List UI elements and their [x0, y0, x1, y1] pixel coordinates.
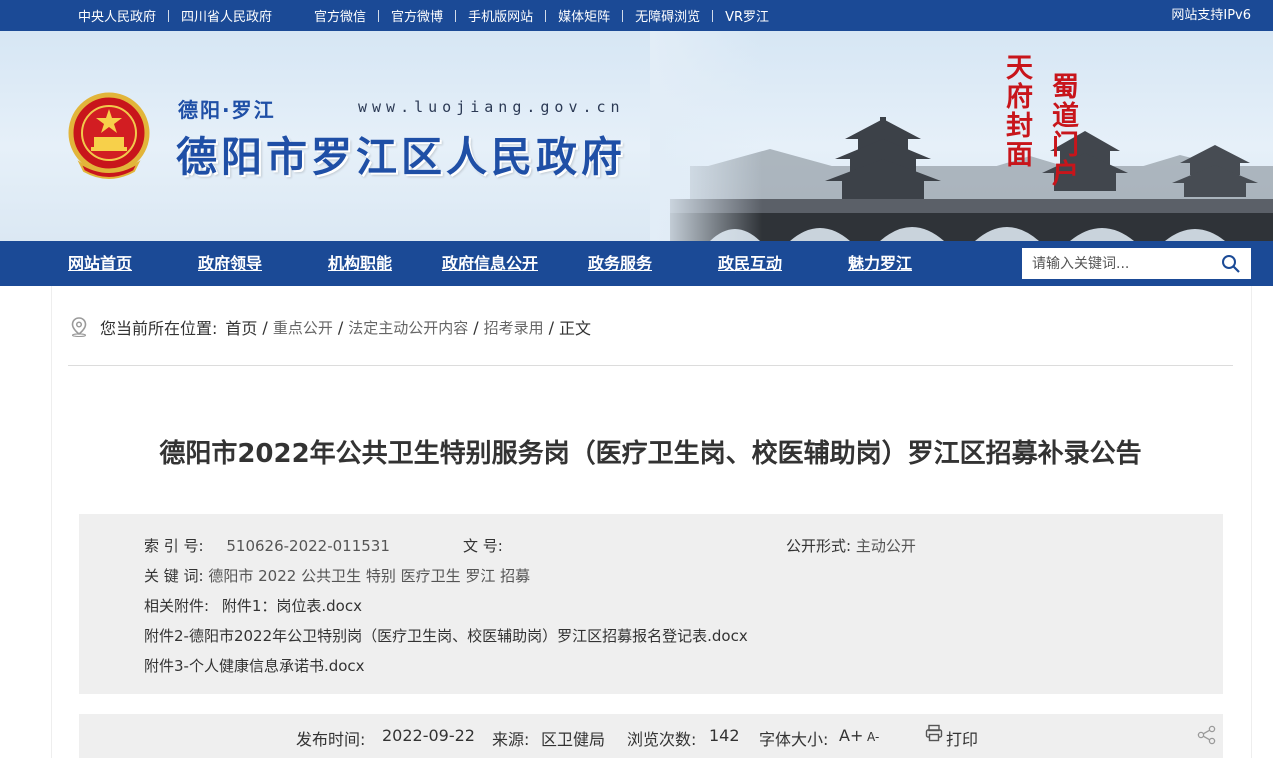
national-emblem-icon — [68, 92, 150, 179]
share-icon[interactable] — [1196, 724, 1218, 746]
breadcrumb-statutory-content[interactable]: 法定主动公开内容 — [348, 317, 468, 338]
search-icon[interactable] — [1221, 254, 1241, 274]
search-input[interactable] — [1022, 248, 1212, 279]
printer-icon[interactable] — [925, 724, 943, 742]
meta-row-attachments: 相关附件: 附件1：岗位表.docx — [144, 595, 362, 616]
breadcrumb-home[interactable]: 首页 — [225, 315, 257, 339]
ipv6-notice: 网站支持IPv6 — [1171, 8, 1251, 23]
article-title: 德阳市2022年公共卫生特别服务岗（医疗卫生岗、校医辅助岗）罗江区招募补录公告 — [159, 439, 1142, 469]
breadcrumb-prefix: 您当前所在位置: — [100, 319, 218, 338]
top-links: 中央人民政府 四川省人民政府 官方微信 官方微博 手机版网站 媒体矩阵 无障碍浏… — [66, 0, 781, 31]
index-value: 510626-2022-011531 — [226, 537, 390, 555]
article-meta-box: 索 引 号: 510626-2022-011531 文 号: 公开形式: 主动公… — [79, 514, 1223, 694]
link-media-matrix[interactable]: 媒体矩阵 — [546, 6, 622, 25]
source-label: 来源: — [492, 730, 530, 749]
nav-leaders[interactable]: 政府领导 — [198, 241, 262, 286]
link-wechat[interactable]: 官方微信 — [302, 6, 378, 25]
site-banner: 德阳·罗江 www.luojiang.gov.cn 德阳市罗江区人民政府 — [0, 31, 1273, 241]
source-value: 区卫健局 — [541, 730, 606, 749]
breadcrumb-separator: / — [548, 317, 555, 337]
search-box — [1022, 248, 1251, 279]
divider — [378, 9, 380, 22]
nav-home[interactable]: 网站首页 — [68, 241, 132, 286]
link-mobile-site[interactable]: 手机版网站 — [456, 6, 545, 25]
breadcrumb-key-disclosure[interactable]: 重点公开 — [273, 317, 333, 338]
nav-info-disclosure[interactable]: 政府信息公开 — [442, 241, 538, 286]
nav-services[interactable]: 政务服务 — [588, 241, 652, 286]
location-pin-icon — [71, 317, 87, 337]
attachment-link[interactable]: 附件2-德阳市2022年公卫特别岗（医疗卫生岗、校医辅助岗）罗江区招募报名登记表… — [144, 627, 748, 645]
link-accessibility[interactable]: 无障碍浏览 — [623, 6, 712, 25]
breadcrumb-separator: / — [473, 317, 479, 337]
keywords-value: 德阳市 2022 公共卫生 特别 医疗卫生 罗江 招募 — [208, 567, 531, 585]
views-value: 142 — [709, 726, 740, 745]
meta-row-attachment-3: 附件3-个人健康信息承诺书.docx — [144, 655, 365, 676]
link-central-gov[interactable]: 中央人民政府 — [66, 6, 168, 25]
main-nav: 网站首页 政府领导 机构职能 政府信息公开 政务服务 政民互动 魅力罗江 — [0, 241, 1273, 286]
link-sichuan-gov[interactable]: 四川省人民政府 — [169, 6, 302, 25]
doc-number-label: 文 号: — [463, 537, 503, 555]
print-button[interactable]: 打印 — [946, 726, 978, 750]
divider — [68, 365, 1233, 366]
font-increase-button[interactable]: A+ — [839, 726, 863, 745]
attachment-link[interactable]: 附件3-个人健康信息承诺书.docx — [144, 657, 365, 675]
disclosure-form-label: 公开形式: — [786, 537, 852, 555]
article-info-bar: 发布时间: 2022-09-22 来源: 区卫健局 浏览次数: 142 字体大小… — [79, 714, 1223, 758]
divider — [712, 9, 714, 22]
site-url: www.luojiang.gov.cn — [358, 98, 625, 116]
attachment-link[interactable]: 附件1：岗位表.docx — [222, 597, 362, 615]
divider — [455, 9, 457, 22]
index-label: 索 引 号: — [144, 537, 204, 555]
breadcrumb-separator: / — [262, 317, 268, 337]
link-weibo[interactable]: 官方微博 — [379, 6, 455, 25]
keywords-label: 关 键 词: — [144, 567, 204, 585]
meta-row-keywords: 关 键 词: 德阳市 2022 公共卫生 特别 医疗卫生 罗江 招募 — [144, 565, 530, 586]
site-subtitle: 德阳·罗江 — [178, 98, 276, 122]
publish-date-value: 2022-09-22 — [382, 726, 475, 745]
meta-row-index: 索 引 号: 510626-2022-011531 — [144, 535, 390, 556]
nav-interaction[interactable]: 政民互动 — [718, 241, 782, 286]
font-decrease-button[interactable]: A- — [867, 730, 879, 744]
divider — [545, 9, 547, 22]
disclosure-form-value: 主动公开 — [855, 537, 916, 555]
link-vr-luojiang[interactable]: VR罗江 — [713, 6, 781, 25]
divider — [622, 9, 624, 22]
calligraphy-slogan-2: 蜀道门户 — [1047, 72, 1078, 188]
font-size-label: 字体大小: — [759, 730, 829, 749]
breadcrumb-recruitment[interactable]: 招考录用 — [484, 317, 544, 338]
publish-date-label: 发布时间: — [296, 730, 366, 749]
divider — [168, 9, 170, 22]
meta-row-docno: 文 号: — [463, 535, 503, 556]
breadcrumb: 您当前所在位置: 首页 / 重点公开 / 法定主动公开内容 / 招考录用 / 正… — [70, 316, 591, 338]
calligraphy-slogan-1: 天府封面 — [1001, 53, 1032, 169]
nav-functions[interactable]: 机构职能 — [328, 241, 392, 286]
meta-row-attachment-2: 附件2-德阳市2022年公卫特别岗（医疗卫生岗、校医辅助岗）罗江区招募报名登记表… — [144, 625, 748, 646]
bridge-scene-illustration — [650, 31, 1273, 241]
breadcrumb-current: 正文 — [559, 319, 592, 338]
views-label: 浏览次数: — [627, 730, 697, 749]
meta-row-form: 公开形式: 主动公开 — [786, 535, 916, 556]
attachments-label: 相关附件: — [144, 597, 210, 615]
nav-charm-luojiang[interactable]: 魅力罗江 — [848, 241, 912, 286]
top-bar: 中央人民政府 四川省人民政府 官方微信 官方微博 手机版网站 媒体矩阵 无障碍浏… — [0, 0, 1273, 31]
breadcrumb-separator: / — [337, 317, 344, 337]
site-title: 德阳市罗江区人民政府 — [176, 133, 626, 181]
